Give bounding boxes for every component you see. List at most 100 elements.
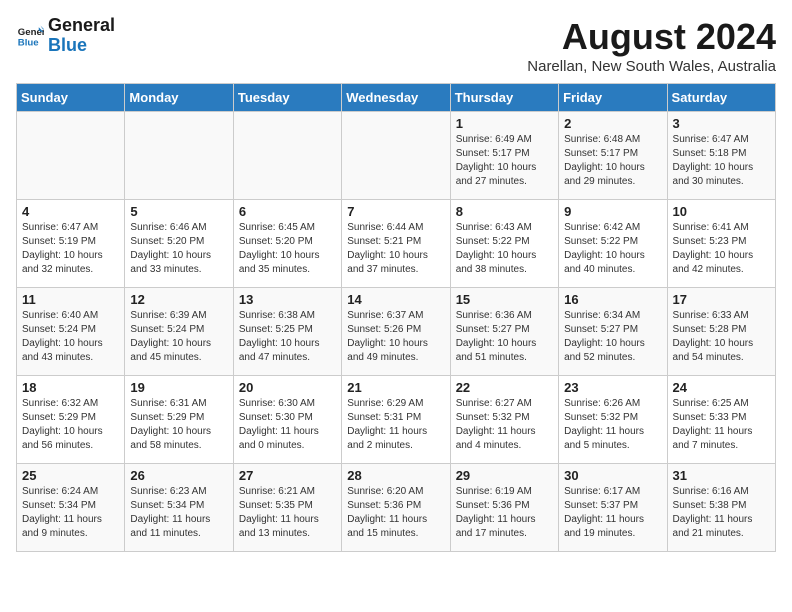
day-number: 24 [673,380,770,395]
calendar-cell: 9 Sunrise: 6:42 AMSunset: 5:22 PMDayligh… [559,200,667,288]
calendar-cell: 12 Sunrise: 6:39 AMSunset: 5:24 PMDaylig… [125,288,233,376]
day-number: 15 [456,292,553,307]
day-info: Sunrise: 6:34 AMSunset: 5:27 PMDaylight:… [564,309,661,365]
day-number: 4 [22,204,119,219]
day-number: 3 [673,116,770,131]
day-number: 27 [239,468,336,483]
day-number: 18 [22,380,119,395]
page-header: General Blue General Blue August 2024 Na… [16,16,776,75]
day-info: Sunrise: 6:32 AMSunset: 5:29 PMDaylight:… [22,397,119,453]
day-info: Sunrise: 6:47 AMSunset: 5:19 PMDaylight:… [22,221,119,277]
day-number: 19 [130,380,227,395]
calendar-cell: 24 Sunrise: 6:25 AMSunset: 5:33 PMDaylig… [667,376,775,464]
calendar-cell: 14 Sunrise: 6:37 AMSunset: 5:26 PMDaylig… [342,288,450,376]
calendar-cell: 4 Sunrise: 6:47 AMSunset: 5:19 PMDayligh… [17,200,125,288]
calendar-cell: 25 Sunrise: 6:24 AMSunset: 5:34 PMDaylig… [17,464,125,552]
day-number: 17 [673,292,770,307]
calendar-cell: 8 Sunrise: 6:43 AMSunset: 5:22 PMDayligh… [450,200,558,288]
day-number: 12 [130,292,227,307]
day-info: Sunrise: 6:26 AMSunset: 5:32 PMDaylight:… [564,397,661,453]
day-info: Sunrise: 6:38 AMSunset: 5:25 PMDaylight:… [239,309,336,365]
day-info: Sunrise: 6:27 AMSunset: 5:32 PMDaylight:… [456,397,553,453]
day-number: 21 [347,380,444,395]
day-info: Sunrise: 6:19 AMSunset: 5:36 PMDaylight:… [456,485,553,541]
weekday-header: Sunday [17,84,125,112]
calendar-cell: 27 Sunrise: 6:21 AMSunset: 5:35 PMDaylig… [233,464,341,552]
day-info: Sunrise: 6:43 AMSunset: 5:22 PMDaylight:… [456,221,553,277]
calendar-cell: 28 Sunrise: 6:20 AMSunset: 5:36 PMDaylig… [342,464,450,552]
day-number: 1 [456,116,553,131]
day-info: Sunrise: 6:37 AMSunset: 5:26 PMDaylight:… [347,309,444,365]
calendar-table: SundayMondayTuesdayWednesdayThursdayFrid… [16,83,776,552]
day-info: Sunrise: 6:49 AMSunset: 5:17 PMDaylight:… [456,133,553,189]
calendar-cell: 1 Sunrise: 6:49 AMSunset: 5:17 PMDayligh… [450,112,558,200]
day-info: Sunrise: 6:46 AMSunset: 5:20 PMDaylight:… [130,221,227,277]
calendar-cell: 23 Sunrise: 6:26 AMSunset: 5:32 PMDaylig… [559,376,667,464]
calendar-week-row: 1 Sunrise: 6:49 AMSunset: 5:17 PMDayligh… [17,112,776,200]
day-info: Sunrise: 6:39 AMSunset: 5:24 PMDaylight:… [130,309,227,365]
day-number: 16 [564,292,661,307]
calendar-cell [233,112,341,200]
calendar-cell: 31 Sunrise: 6:16 AMSunset: 5:38 PMDaylig… [667,464,775,552]
calendar-week-row: 25 Sunrise: 6:24 AMSunset: 5:34 PMDaylig… [17,464,776,552]
calendar-cell [125,112,233,200]
weekday-header: Tuesday [233,84,341,112]
day-info: Sunrise: 6:47 AMSunset: 5:18 PMDaylight:… [673,133,770,189]
calendar-cell: 20 Sunrise: 6:30 AMSunset: 5:30 PMDaylig… [233,376,341,464]
day-info: Sunrise: 6:25 AMSunset: 5:33 PMDaylight:… [673,397,770,453]
calendar-cell: 17 Sunrise: 6:33 AMSunset: 5:28 PMDaylig… [667,288,775,376]
calendar-cell: 3 Sunrise: 6:47 AMSunset: 5:18 PMDayligh… [667,112,775,200]
day-number: 13 [239,292,336,307]
day-info: Sunrise: 6:33 AMSunset: 5:28 PMDaylight:… [673,309,770,365]
day-number: 22 [456,380,553,395]
day-number: 2 [564,116,661,131]
day-info: Sunrise: 6:21 AMSunset: 5:35 PMDaylight:… [239,485,336,541]
day-number: 9 [564,204,661,219]
logo-text-blue: Blue [48,36,115,56]
header-row: SundayMondayTuesdayWednesdayThursdayFrid… [17,84,776,112]
day-number: 23 [564,380,661,395]
day-info: Sunrise: 6:40 AMSunset: 5:24 PMDaylight:… [22,309,119,365]
weekday-header: Thursday [450,84,558,112]
day-info: Sunrise: 6:41 AMSunset: 5:23 PMDaylight:… [673,221,770,277]
day-number: 5 [130,204,227,219]
calendar-cell: 13 Sunrise: 6:38 AMSunset: 5:25 PMDaylig… [233,288,341,376]
calendar-cell: 21 Sunrise: 6:29 AMSunset: 5:31 PMDaylig… [342,376,450,464]
calendar-body: 1 Sunrise: 6:49 AMSunset: 5:17 PMDayligh… [17,112,776,552]
day-number: 10 [673,204,770,219]
day-info: Sunrise: 6:17 AMSunset: 5:37 PMDaylight:… [564,485,661,541]
day-number: 11 [22,292,119,307]
day-info: Sunrise: 6:44 AMSunset: 5:21 PMDaylight:… [347,221,444,277]
calendar-cell: 2 Sunrise: 6:48 AMSunset: 5:17 PMDayligh… [559,112,667,200]
day-number: 25 [22,468,119,483]
day-number: 8 [456,204,553,219]
calendar-cell: 6 Sunrise: 6:45 AMSunset: 5:20 PMDayligh… [233,200,341,288]
day-number: 20 [239,380,336,395]
calendar-week-row: 4 Sunrise: 6:47 AMSunset: 5:19 PMDayligh… [17,200,776,288]
day-number: 6 [239,204,336,219]
day-info: Sunrise: 6:30 AMSunset: 5:30 PMDaylight:… [239,397,336,453]
day-info: Sunrise: 6:16 AMSunset: 5:38 PMDaylight:… [673,485,770,541]
logo: General Blue General Blue [16,16,115,56]
day-number: 7 [347,204,444,219]
calendar-cell: 26 Sunrise: 6:23 AMSunset: 5:34 PMDaylig… [125,464,233,552]
day-info: Sunrise: 6:31 AMSunset: 5:29 PMDaylight:… [130,397,227,453]
day-info: Sunrise: 6:36 AMSunset: 5:27 PMDaylight:… [456,309,553,365]
day-info: Sunrise: 6:20 AMSunset: 5:36 PMDaylight:… [347,485,444,541]
calendar-week-row: 18 Sunrise: 6:32 AMSunset: 5:29 PMDaylig… [17,376,776,464]
calendar-cell: 7 Sunrise: 6:44 AMSunset: 5:21 PMDayligh… [342,200,450,288]
logo-text-general: General [48,16,115,36]
day-number: 29 [456,468,553,483]
calendar-cell: 15 Sunrise: 6:36 AMSunset: 5:27 PMDaylig… [450,288,558,376]
calendar-cell: 11 Sunrise: 6:40 AMSunset: 5:24 PMDaylig… [17,288,125,376]
day-number: 31 [673,468,770,483]
day-info: Sunrise: 6:23 AMSunset: 5:34 PMDaylight:… [130,485,227,541]
day-number: 26 [130,468,227,483]
day-number: 30 [564,468,661,483]
svg-text:Blue: Blue [18,37,39,48]
weekday-header: Wednesday [342,84,450,112]
calendar-header: SundayMondayTuesdayWednesdayThursdayFrid… [17,84,776,112]
day-info: Sunrise: 6:42 AMSunset: 5:22 PMDaylight:… [564,221,661,277]
calendar-cell: 16 Sunrise: 6:34 AMSunset: 5:27 PMDaylig… [559,288,667,376]
weekday-header: Monday [125,84,233,112]
